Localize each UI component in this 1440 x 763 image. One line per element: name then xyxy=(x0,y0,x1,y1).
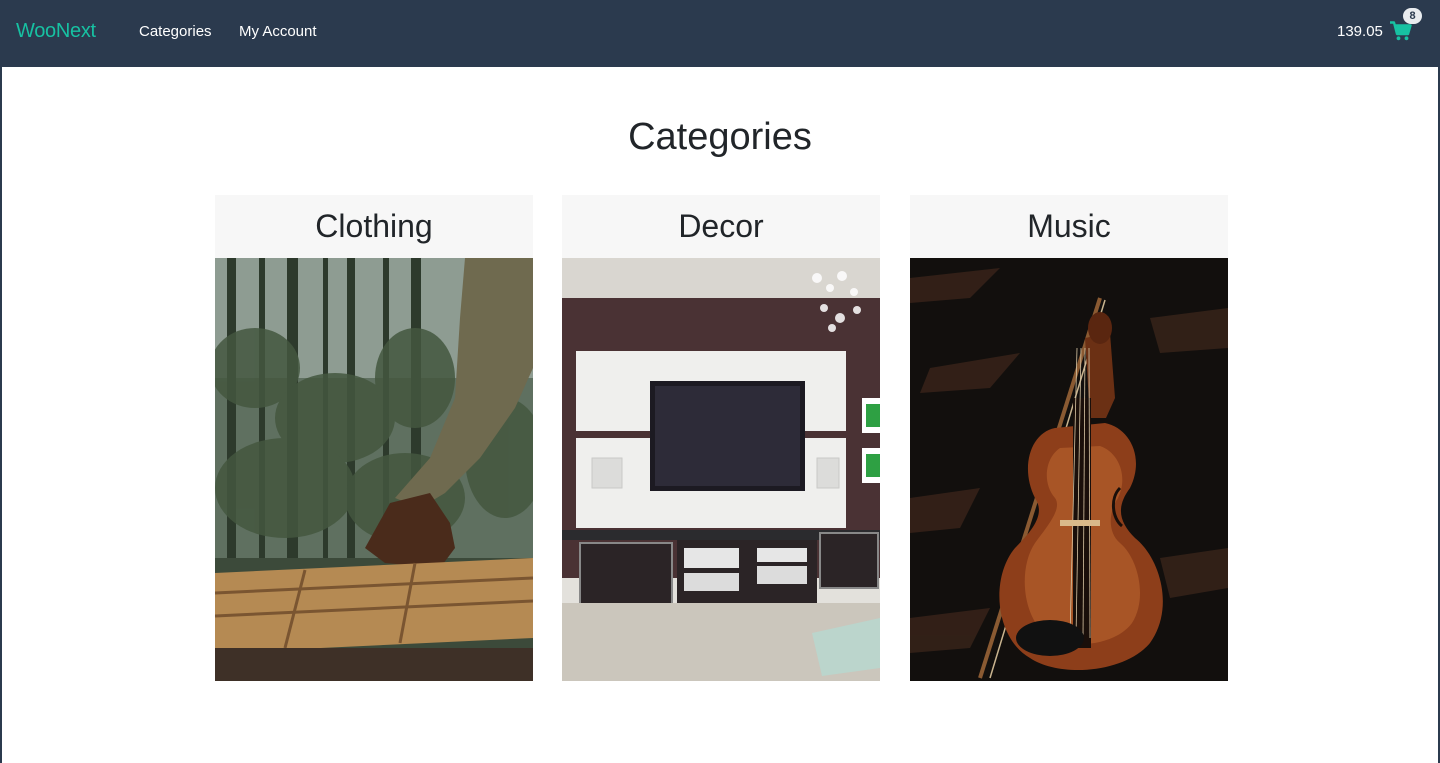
cart-count-badge: 8 xyxy=(1403,8,1422,24)
nav-link-my-account[interactable]: My Account xyxy=(239,23,317,40)
top-navbar: WooNext Categories My Account 139.05 8 xyxy=(0,0,1440,67)
window-frame-left xyxy=(0,0,2,763)
page-title: Categories xyxy=(628,116,812,158)
brand-logo-link[interactable]: WooNext xyxy=(16,20,96,43)
category-card-music[interactable]: Music xyxy=(910,195,1228,681)
category-image-decor xyxy=(562,258,880,681)
category-title: Clothing xyxy=(315,208,433,244)
category-title: Music xyxy=(1027,208,1111,244)
category-image-clothing xyxy=(215,258,533,681)
category-image-music xyxy=(910,258,1228,681)
category-title: Decor xyxy=(678,208,764,244)
category-card-clothing[interactable]: Clothing xyxy=(215,195,533,681)
cart-total[interactable]: 139.05 xyxy=(1337,23,1383,40)
nav-link-categories[interactable]: Categories xyxy=(139,23,212,40)
category-card-decor[interactable]: Decor xyxy=(562,195,880,681)
shopping-cart-icon[interactable] xyxy=(1390,21,1412,41)
